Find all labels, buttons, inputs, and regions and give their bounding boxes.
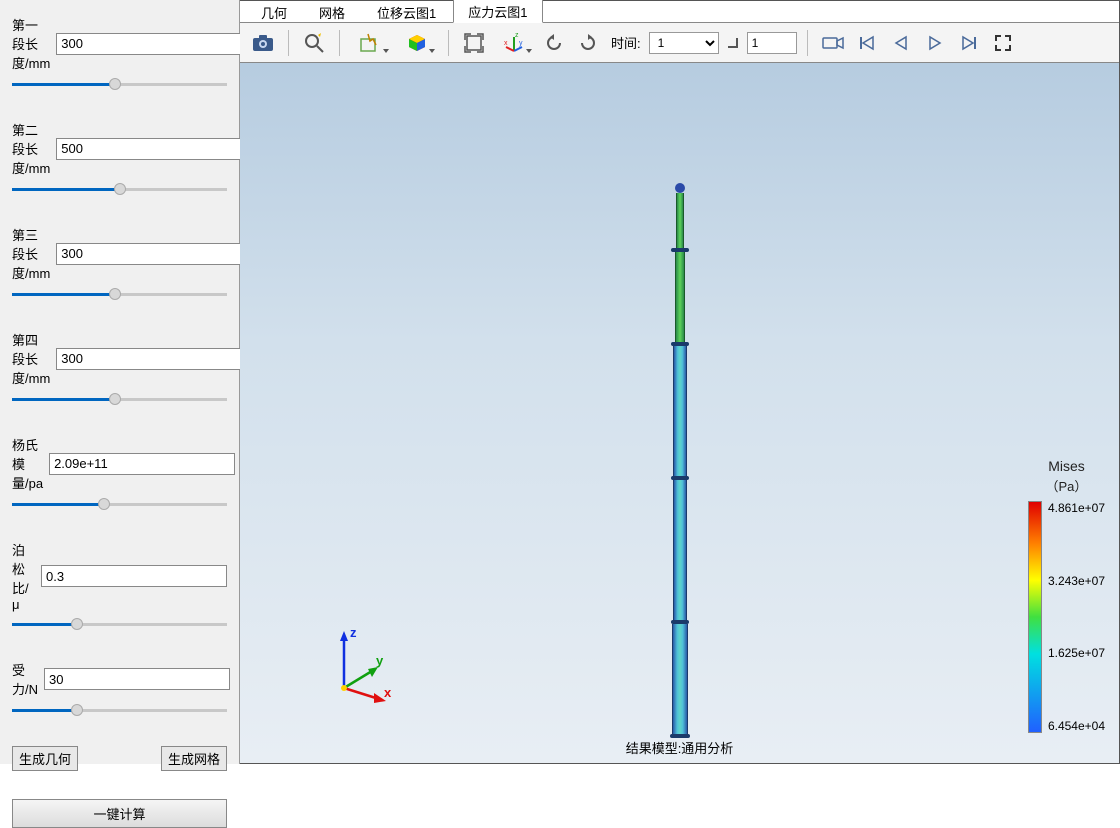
length1-slider[interactable]: [12, 78, 227, 92]
legend-tick: 3.243e+07: [1048, 574, 1105, 588]
chevron-down-icon: [429, 49, 435, 53]
result-model-label: 结果模型:通用分析: [626, 738, 734, 757]
render-style-button[interactable]: [396, 28, 438, 58]
time-label: 时间:: [611, 33, 641, 52]
zoom-button[interactable]: [299, 28, 329, 58]
selection-mode-button[interactable]: [350, 28, 392, 58]
view-tabs: 几何 网格 位移云图1 应力云图1: [240, 1, 1119, 23]
video-camera-icon: [822, 35, 844, 51]
tab-stress[interactable]: 应力云图1: [453, 0, 542, 23]
legend-title: Mises: [1028, 458, 1105, 474]
camera-icon: [252, 34, 274, 52]
fullscreen-button[interactable]: [988, 28, 1018, 58]
param-label: 泊松比/μ: [12, 540, 35, 612]
length3-input[interactable]: [56, 243, 242, 265]
view-orientation-button[interactable]: zy x: [493, 28, 535, 58]
chevron-down-icon: [526, 49, 532, 53]
frame-spin[interactable]: [747, 32, 797, 54]
model-rod: [673, 183, 687, 738]
force-input[interactable]: [44, 668, 230, 690]
poisson-ratio-input[interactable]: [41, 565, 227, 587]
tab-geometry[interactable]: 几何: [246, 0, 302, 23]
length2-slider[interactable]: [12, 183, 227, 197]
svg-text:z: z: [515, 33, 519, 39]
rotate-cw-button[interactable]: [573, 28, 603, 58]
length4-slider[interactable]: [12, 393, 227, 407]
length2-input[interactable]: [56, 138, 242, 160]
skip-end-icon: [961, 35, 977, 51]
param-label: 杨氏模量/pa: [12, 435, 43, 492]
play-icon: [927, 35, 943, 51]
skip-start-icon: [859, 35, 875, 51]
svg-text:y: y: [519, 40, 523, 47]
fit-view-button[interactable]: [459, 28, 489, 58]
color-legend: Mises （Pa） 4.861e+07 3.243e+07 1.625e+07…: [1028, 458, 1105, 733]
rotate-cw-icon: [578, 33, 598, 53]
orientation-triad: z y x: [324, 623, 404, 703]
legend-tick: 4.861e+07: [1048, 501, 1105, 515]
time-select[interactable]: 1: [649, 32, 719, 54]
svg-text:z: z: [350, 625, 357, 640]
poisson-ratio-slider[interactable]: [12, 618, 227, 632]
svg-text:x: x: [384, 685, 392, 700]
rotate-ccw-icon: [544, 33, 564, 53]
step-end-icon: [727, 37, 739, 49]
youngs-modulus-input[interactable]: [49, 453, 235, 475]
cube-color-icon: [407, 33, 427, 53]
length1-input[interactable]: [56, 33, 242, 55]
compute-button[interactable]: 一键计算: [12, 799, 227, 828]
svg-text:x: x: [504, 40, 508, 47]
prev-frame-button[interactable]: [886, 28, 916, 58]
tab-mesh[interactable]: 网格: [304, 0, 360, 23]
legend-colorbar: [1028, 501, 1042, 733]
param-label: 第一段长度/mm: [12, 15, 50, 72]
param-label: 第四段长度/mm: [12, 330, 50, 387]
cursor-box-icon: [360, 33, 382, 53]
youngs-modulus-slider[interactable]: [12, 498, 227, 512]
magnifier-icon: [304, 33, 324, 53]
legend-tick: 1.625e+07: [1048, 646, 1105, 660]
first-frame-button[interactable]: [852, 28, 882, 58]
generate-mesh-button[interactable]: 生成网格: [161, 746, 227, 771]
param-label: 受力/N: [12, 660, 38, 698]
force-slider[interactable]: [12, 704, 227, 718]
time-end-button[interactable]: [723, 28, 743, 58]
play-reverse-icon: [893, 35, 909, 51]
expand-icon: [995, 35, 1011, 51]
svg-text:y: y: [376, 653, 384, 668]
generate-geometry-button[interactable]: 生成几何: [12, 746, 78, 771]
parameter-panel: 第一段长度/mm 第二段长度/mm 第三段长度/mm: [0, 0, 240, 764]
length4-input[interactable]: [56, 348, 242, 370]
tab-displacement[interactable]: 位移云图1: [362, 0, 451, 23]
screenshot-button[interactable]: [248, 28, 278, 58]
param-label: 第二段长度/mm: [12, 120, 50, 177]
legend-tick: 6.454e+04: [1048, 719, 1105, 733]
length3-slider[interactable]: [12, 288, 227, 302]
axes-icon: zy x: [504, 33, 524, 53]
fit-icon: [464, 33, 484, 53]
record-button[interactable]: [818, 28, 848, 58]
3d-viewport[interactable]: z y x Mises （Pa） 4.861e+07 3.243e+07 1.6…: [240, 63, 1119, 763]
legend-unit: （Pa）: [1028, 476, 1105, 495]
viewport-toolbar: zy x 时间: 1: [240, 23, 1119, 63]
next-frame-button[interactable]: [954, 28, 984, 58]
chevron-down-icon: [383, 49, 389, 53]
play-button[interactable]: [920, 28, 950, 58]
param-label: 第三段长度/mm: [12, 225, 50, 282]
rotate-ccw-button[interactable]: [539, 28, 569, 58]
